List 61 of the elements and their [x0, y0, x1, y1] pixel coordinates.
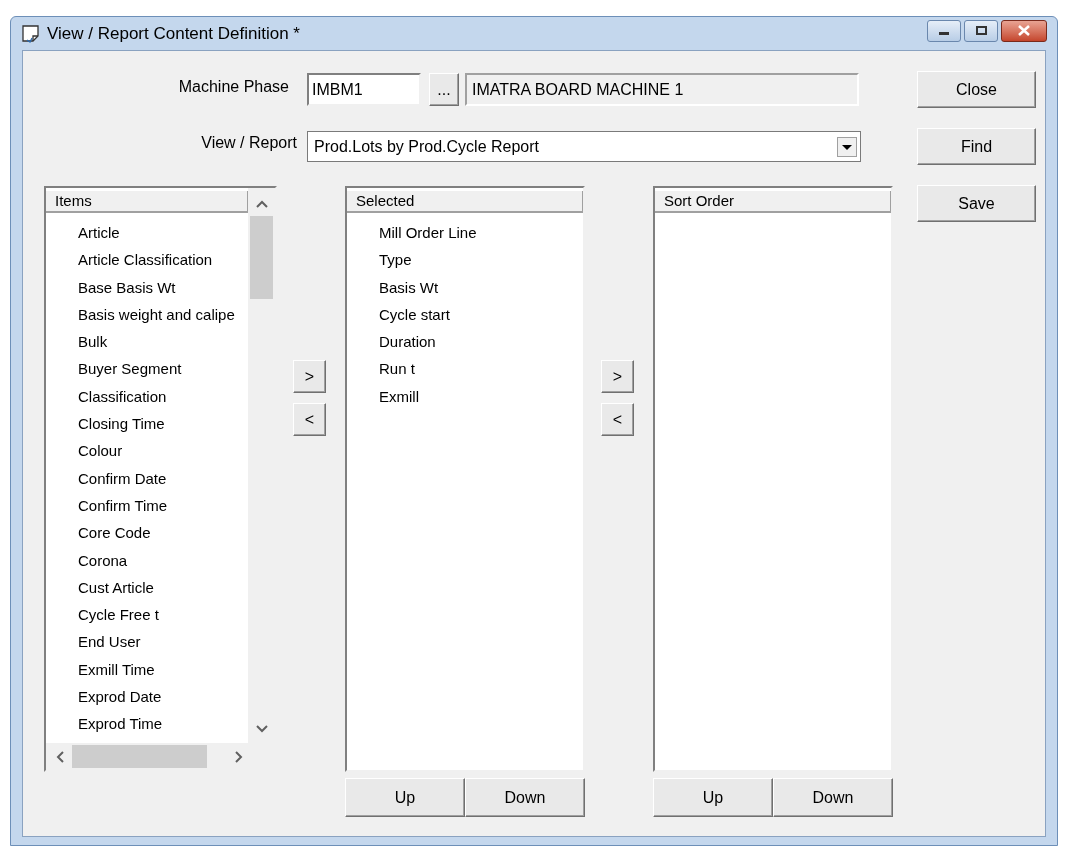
- list-item[interactable]: Exprod Time: [46, 710, 248, 738]
- scroll-right-icon[interactable]: [235, 750, 243, 763]
- report-dropdown[interactable]: Prod.Lots by Prod.Cycle Report: [307, 131, 861, 162]
- up-button[interactable]: Up: [653, 778, 773, 817]
- down-button[interactable]: Down: [773, 778, 893, 817]
- scroll-thumb[interactable]: [72, 745, 207, 768]
- list-item[interactable]: Article: [46, 219, 248, 247]
- list-item[interactable]: Confirm Time: [46, 491, 248, 520]
- scroll-left-icon[interactable]: [56, 750, 64, 763]
- list-item[interactable]: Confirm Date: [46, 464, 248, 492]
- scroll-down-icon[interactable]: [255, 725, 268, 733]
- list-box[interactable]: Sort Order: [653, 186, 893, 772]
- list-item[interactable]: Type: [347, 246, 583, 274]
- code-field[interactable]: IMBM1: [307, 73, 421, 106]
- list-item[interactable]: Corona: [46, 546, 248, 574]
- close-icon: [1018, 25, 1030, 36]
- list-item[interactable]: Cust Article: [46, 573, 248, 602]
- scroll-up-icon[interactable]: [255, 200, 268, 208]
- dialog-button[interactable]: Save: [917, 185, 1036, 222]
- down-button[interactable]: Down: [465, 778, 585, 817]
- list-item[interactable]: Classification: [46, 382, 248, 411]
- dialog-button[interactable]: Find: [917, 128, 1036, 165]
- window-title: View / Report Content Definition *: [47, 22, 300, 45]
- remove-button[interactable]: <: [293, 403, 326, 436]
- list-item[interactable]: Exmill: [347, 382, 583, 411]
- column-header[interactable]: Items: [46, 191, 248, 213]
- browse-button[interactable]: ...: [429, 73, 459, 106]
- list-item[interactable]: Colour: [46, 437, 248, 465]
- list-item[interactable]: Cycle start: [347, 300, 583, 329]
- list-item[interactable]: Closing Time: [46, 410, 248, 438]
- list-item[interactable]: Article Classification: [46, 246, 248, 274]
- field-label: Machine Phase: [178, 77, 289, 97]
- close-button[interactable]: [1001, 19, 1047, 42]
- dialog-button[interactable]: Close: [917, 71, 1036, 108]
- list-item[interactable]: Buyer Segment: [46, 355, 248, 383]
- list-item[interactable]: End User: [46, 628, 248, 656]
- maximize-button[interactable]: [964, 19, 998, 42]
- list-item[interactable]: Bulk: [46, 328, 248, 356]
- add-button[interactable]: >: [601, 360, 634, 393]
- minimize-button[interactable]: [927, 19, 961, 42]
- list-item[interactable]: Run t: [347, 355, 583, 383]
- remove-button[interactable]: <: [601, 403, 634, 436]
- list-item[interactable]: Core Code: [46, 519, 248, 547]
- list-item[interactable]: Base Basis Wt: [46, 273, 248, 301]
- list-item[interactable]: Basis weight and calipe: [46, 300, 248, 329]
- description-field[interactable]: IMATRA BOARD MACHINE 1: [465, 73, 859, 106]
- scroll-thumb[interactable]: [250, 216, 273, 299]
- add-button[interactable]: >: [293, 360, 326, 393]
- list-item[interactable]: Duration: [347, 328, 583, 356]
- field-label: View / Report: [201, 133, 297, 153]
- list-item[interactable]: Cycle Free t: [46, 601, 248, 629]
- list-item[interactable]: Exmill Time: [46, 655, 248, 684]
- document-icon: [21, 24, 41, 43]
- up-button[interactable]: Up: [345, 778, 465, 817]
- list-item[interactable]: Exprod Date: [46, 683, 248, 711]
- list-item[interactable]: Mill Order Line: [347, 219, 583, 247]
- column-header[interactable]: Sort Order: [655, 191, 891, 213]
- horizontal-scrollbar[interactable]: [46, 743, 275, 770]
- column-header[interactable]: Selected: [347, 191, 583, 213]
- list-item[interactable]: Basis Wt: [347, 273, 583, 301]
- list-box[interactable]: Selected Mill Order Line Type Basis Wt Cycle start Duration Run t Exmill: [345, 186, 585, 772]
